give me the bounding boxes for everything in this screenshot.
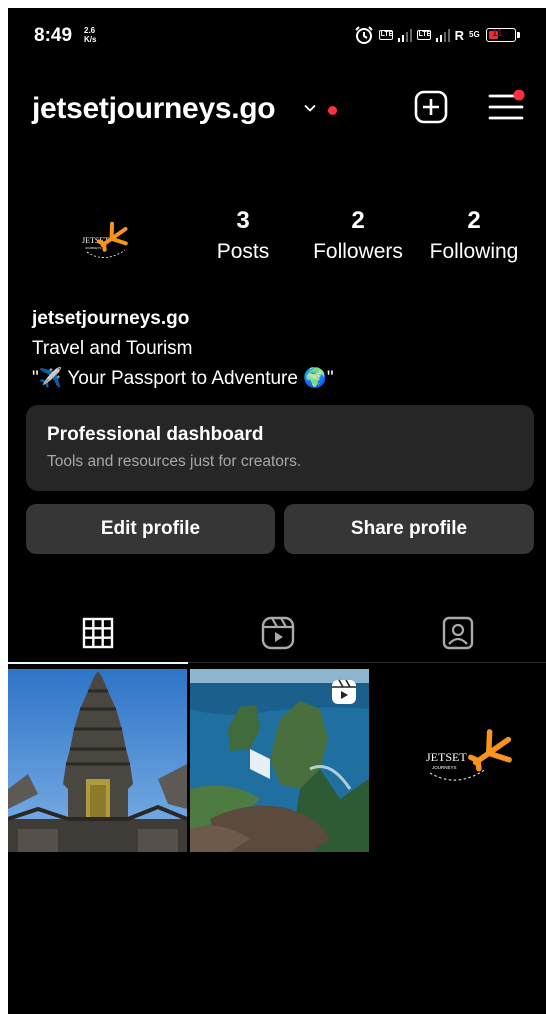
signal-icon-2	[435, 28, 450, 42]
profile-name: jetsetjourneys.go	[32, 308, 190, 329]
following-label: Following	[429, 240, 519, 263]
menu-button[interactable]	[486, 90, 526, 124]
profile-bio-text: "✈️ Your Passport to Adventure 🌍"	[32, 368, 334, 389]
jetset-logo-post: JETSET JOURNEYS	[426, 729, 512, 781]
lte-badge-2: LTE	[416, 30, 432, 40]
menu-notification-dot	[513, 90, 525, 101]
network-speed-unit: K/s	[84, 35, 97, 44]
signal-icon-1	[397, 28, 412, 42]
posts-label: Posts	[216, 240, 270, 263]
profile-category: Travel and Tourism	[32, 338, 193, 359]
profile-screen: 8:49 2.6 K/s LTE LTE R 5G 11 jetsetjourn…	[8, 8, 546, 1014]
status-bar: 8:49 2.6 K/s LTE LTE R 5G 11	[8, 8, 546, 64]
stat-followers[interactable]: 2 Followers	[306, 206, 410, 266]
status-icons: LTE LTE R 5G 11	[354, 24, 520, 46]
roaming-indicator: R	[454, 27, 464, 43]
avatar[interactable]: JETSET JOURNEYS	[30, 190, 180, 290]
chevron-down-icon[interactable]	[304, 102, 316, 114]
battery-percent: 11	[492, 28, 503, 39]
create-button[interactable]	[414, 90, 448, 124]
profile-header: jetsetjourneys.go	[8, 80, 546, 136]
post-thumbnail-temple[interactable]	[8, 669, 187, 852]
profile-bio: jetsetjourneys.go Travel and Tourism "✈️…	[32, 304, 532, 394]
share-profile-button[interactable]: Share profile	[284, 504, 534, 554]
lte-badge-1: LTE	[378, 30, 394, 40]
dashboard-subtitle: Tools and resources just for creators.	[47, 453, 302, 470]
status-time: 8:49	[34, 25, 73, 46]
alarm-icon	[354, 26, 373, 44]
reel-badge-icon	[332, 679, 356, 704]
network-speed-value: 2.6	[84, 26, 96, 35]
post-logo-subtext: JOURNEYS	[432, 765, 457, 770]
logo-subtext: JOURNEYS	[85, 246, 101, 250]
tab-reels[interactable]	[188, 600, 368, 666]
post-logo-text: JETSET	[426, 750, 467, 764]
network-speed: 2.6 K/s	[84, 26, 98, 44]
jetset-logo-icon: JETSET JOURNEYS	[82, 221, 128, 258]
edit-profile-button[interactable]: Edit profile	[26, 504, 275, 554]
notification-dot	[328, 106, 337, 115]
following-count: 2	[467, 207, 481, 234]
temple-photo	[8, 669, 187, 852]
active-tab-indicator	[8, 662, 188, 664]
post-thumbnail-reel-cliff[interactable]	[190, 669, 369, 852]
profile-tabs	[8, 600, 546, 666]
tab-posts-grid[interactable]	[8, 600, 188, 666]
professional-dashboard-card[interactable]: Professional dashboard Tools and resourc…	[26, 405, 534, 491]
stat-following[interactable]: 2 Following	[424, 206, 524, 266]
tagged-icon	[442, 616, 474, 650]
stat-posts[interactable]: 3 Posts	[208, 206, 278, 266]
followers-count: 2	[351, 207, 365, 234]
followers-label: Followers	[313, 240, 403, 263]
reels-icon	[261, 616, 295, 650]
dashboard-title: Professional dashboard	[47, 424, 264, 445]
network-type: 5G	[469, 30, 480, 39]
battery-icon: 11	[486, 28, 520, 42]
account-switcher[interactable]: jetsetjourneys.go	[32, 92, 276, 126]
grid-icon	[82, 617, 114, 649]
posts-count: 3	[236, 207, 250, 234]
tab-tagged[interactable]	[368, 600, 546, 666]
post-thumbnail-logo[interactable]: JETSET JOURNEYS	[372, 669, 546, 852]
